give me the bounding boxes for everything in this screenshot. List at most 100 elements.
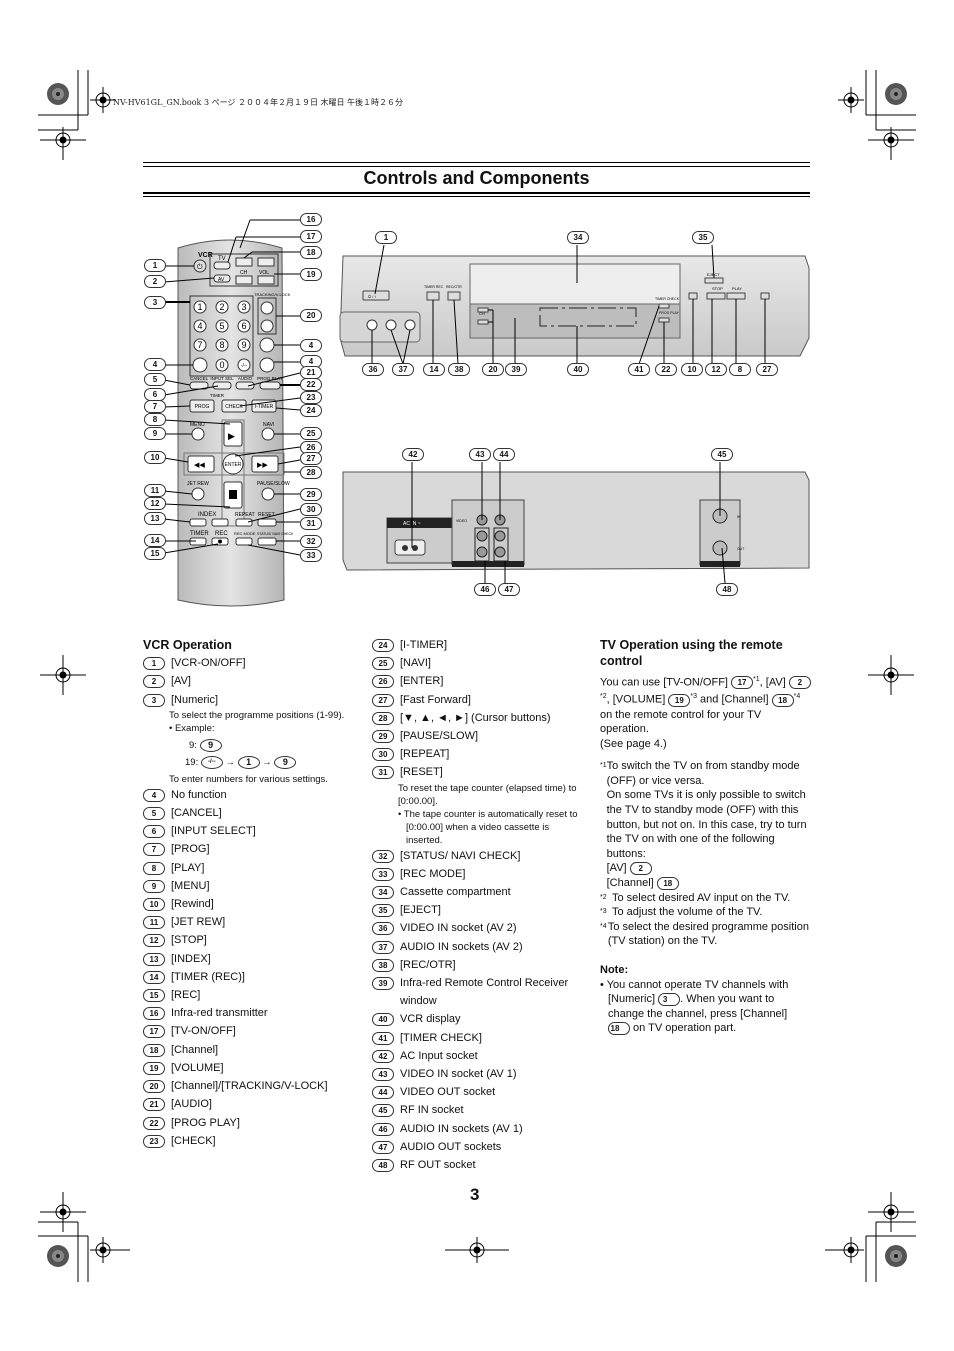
front-ff-button[interactable]: [760, 292, 770, 300]
front-power-button[interactable]: [362, 290, 390, 301]
component-list-item: 40 VCR display: [372, 1010, 587, 1028]
reset-button[interactable]: [257, 518, 277, 527]
page-title: Controls and Components: [363, 168, 590, 188]
front-rewind-button[interactable]: [688, 292, 698, 300]
callout-9: 9: [144, 427, 166, 440]
svg-text:TIMER: TIMER: [210, 393, 225, 398]
prog-play-button[interactable]: [259, 381, 281, 390]
vol-down-button[interactable]: [257, 275, 275, 285]
example-9: 9: 9: [169, 738, 353, 752]
component-list-item: 7 [PROG]: [143, 840, 353, 858]
svg-text:-/--: -/--: [241, 363, 248, 369]
front-timer-rec-button[interactable]: [426, 291, 440, 301]
component-list-item: 43 VIDEO IN socket (AV 1): [372, 1065, 587, 1083]
index-next-button[interactable]: [211, 518, 229, 527]
callout-18: 18: [300, 246, 322, 259]
callout-5: 5: [144, 373, 166, 386]
example-19: 19: -/-- → 1 → 9: [169, 755, 353, 769]
svg-text:8: 8: [219, 340, 224, 350]
item-label: [REC]: [171, 989, 201, 1002]
ch-down-button[interactable]: [235, 275, 253, 285]
svg-text:4: 4: [197, 321, 202, 331]
callout-41: 41: [628, 363, 650, 376]
callout-8: 8: [144, 413, 166, 426]
callout-16: 16: [300, 213, 322, 226]
eject-button[interactable]: [704, 277, 724, 284]
callout-4: 4: [300, 339, 322, 352]
callout-14: 14: [144, 534, 166, 547]
svg-text:VIDEO: VIDEO: [456, 519, 467, 523]
front-play-button[interactable]: [726, 292, 746, 300]
tv-operation-intro: You can use [TV-ON/OFF] 17 *1, [AV] 2*2, …: [600, 673, 812, 737]
component-list-item: 26 [ENTER]: [372, 672, 587, 690]
callout-7: 7: [144, 400, 166, 413]
item-number-badge: 19: [143, 1061, 165, 1075]
component-list-item: 31 [RESET]: [372, 763, 587, 781]
footnote-4: *4 To select the desired programme positi…: [600, 920, 809, 948]
tracking-down-button[interactable]: [260, 319, 274, 333]
item-label: [PLAY]: [171, 861, 205, 874]
item-number-badge: 34: [372, 886, 394, 900]
callout-19: 19: [300, 268, 322, 281]
item-number-badge: 28: [372, 711, 394, 725]
input-select-button[interactable]: [212, 381, 232, 390]
navi-button[interactable]: [261, 427, 275, 441]
component-list-item: 14 [TIMER (REC)]: [143, 968, 353, 986]
callout-34: 34: [567, 231, 589, 244]
component-list-item: 25 [NAVI]: [372, 654, 587, 672]
item-number-badge: 7: [143, 843, 165, 857]
component-list-item: 38 [REC/OTR]: [372, 956, 587, 974]
item-label: [STOP]: [171, 934, 207, 947]
jet-rew-button[interactable]: [191, 487, 205, 501]
item-label: [Numeric]: [171, 693, 219, 706]
timer-check-button[interactable]: [658, 303, 670, 309]
callout-3: 3: [144, 296, 166, 309]
title-rule-bottom2: [143, 196, 810, 197]
item-number-badge: 45: [372, 1104, 394, 1118]
ch-up-button[interactable]: [235, 257, 253, 267]
svg-text:TIMER CHECK: TIMER CHECK: [655, 297, 680, 301]
svg-text:PLAY: PLAY: [732, 286, 742, 291]
item-label: [INPUT SELECT]: [171, 825, 256, 838]
print-header: NV-HV61GL_GN.book 3 ページ ２００４年２月１９日 木曜日 午…: [113, 98, 404, 107]
component-list-item: 24 [I-TIMER]: [372, 636, 587, 654]
pause-slow-button[interactable]: [261, 487, 275, 501]
item-number-badge: 37: [372, 940, 394, 954]
item-number-badge: 35: [372, 904, 394, 918]
item-label: [REC/OTR]: [400, 958, 456, 971]
item-label: [AV]: [171, 675, 191, 688]
index-prev-button[interactable]: [189, 518, 207, 527]
item-label: AUDIO IN sockets (AV 2): [400, 940, 523, 953]
front-prog-play-button[interactable]: [658, 317, 670, 323]
front-stop-button[interactable]: [706, 292, 726, 300]
footnote-2: *2 To select desired AV input on the TV.: [600, 891, 791, 904]
item-label: [VCR-ON/OFF]: [171, 657, 246, 670]
svg-text:TIMER REC: TIMER REC: [424, 285, 444, 289]
status-navi-check-button[interactable]: [257, 537, 277, 546]
vol-up-button[interactable]: [257, 257, 275, 267]
page-number: 3: [470, 1185, 480, 1204]
tracking-up-button[interactable]: [260, 301, 274, 315]
svg-text:PAUSE/SLOW: PAUSE/SLOW: [257, 481, 290, 487]
svg-text:9: 9: [241, 340, 246, 350]
item-number-badge: 47: [372, 1140, 394, 1154]
tv-power-button[interactable]: [213, 261, 231, 270]
item-number-badge: 27: [372, 693, 394, 707]
component-list-item: 30 [REPEAT]: [372, 745, 587, 763]
item-number-badge: 20: [143, 1080, 165, 1094]
item-number-badge: 24: [372, 639, 394, 652]
item-number-badge: 2: [143, 675, 165, 689]
front-audio-l-socket: [385, 319, 397, 331]
svg-text:0: 0: [219, 360, 224, 370]
rec-mode-button[interactable]: [235, 537, 253, 546]
front-ch-up-button[interactable]: [477, 307, 489, 313]
front-ch-down-button[interactable]: [477, 319, 489, 325]
component-list-item: 4 No function: [143, 786, 353, 804]
component-list-item: 36 VIDEO IN socket (AV 2): [372, 919, 587, 937]
menu-button[interactable]: [191, 427, 205, 441]
item-label: [NAVI]: [400, 657, 431, 670]
front-rec-otr-button[interactable]: [447, 291, 461, 301]
audio-in-l-socket: [476, 530, 488, 542]
repeat-button[interactable]: [235, 518, 253, 527]
callout-15: 15: [144, 547, 166, 560]
